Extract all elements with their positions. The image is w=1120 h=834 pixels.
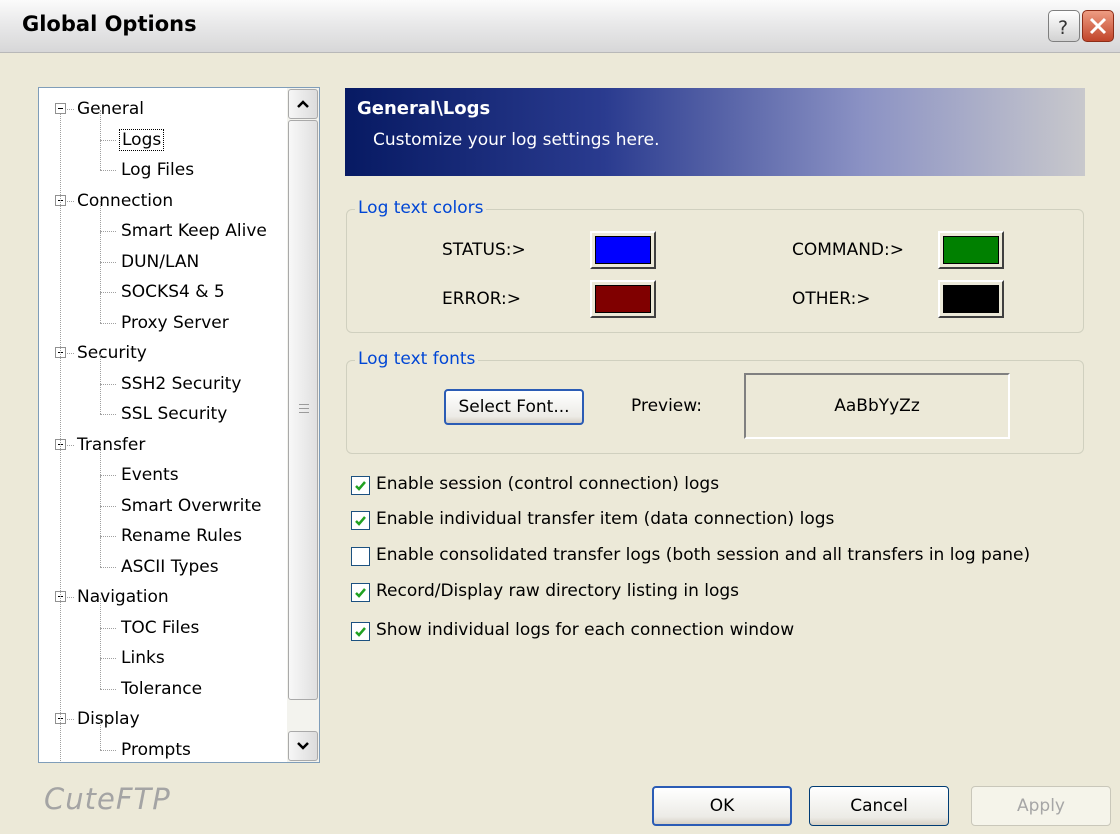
- tree-group-item[interactable]: Connection: [75, 186, 175, 216]
- option-label[interactable]: Enable session (control connection) logs: [376, 474, 719, 494]
- tree-item-label: SSL Security: [121, 404, 228, 424]
- tree-item-label: Rename Rules: [121, 526, 242, 546]
- tree-item[interactable]: Logs: [119, 125, 165, 155]
- page-header: General\Logs Customize your log settings…: [345, 88, 1085, 176]
- tree-group-item[interactable]: Transfer: [75, 430, 147, 460]
- help-button[interactable]: ?: [1048, 10, 1080, 42]
- cuteftp-logo: CuteFTP: [44, 782, 171, 816]
- tree-item-label: Links: [121, 648, 165, 668]
- tree-item-label: Tolerance: [121, 678, 203, 699]
- tree-group-item[interactable]: Navigation: [75, 582, 171, 612]
- question-icon: ?: [1058, 17, 1068, 39]
- error-color-swatch: [595, 285, 651, 313]
- option-checkbox[interactable]: [351, 511, 370, 530]
- options-tree[interactable]: General Logs Log Files Connection Smart Keep…: [38, 87, 320, 763]
- tree-item-label: ASCII Types: [121, 556, 219, 577]
- tree-item-label: Connection: [77, 190, 174, 211]
- global-options-dialog: Global Options ? General Logs Log Files Con…: [0, 0, 1120, 834]
- svg-text:?: ?: [1058, 17, 1068, 39]
- tree-item[interactable]: SSH2 Security: [119, 369, 243, 399]
- tree-item[interactable]: Events: [119, 460, 181, 490]
- tree-item[interactable]: Smart Overwrite: [119, 491, 263, 521]
- scroll-thumb[interactable]: [288, 120, 318, 700]
- option-checkbox[interactable]: [351, 476, 370, 495]
- scroll-down-button[interactable]: [288, 731, 318, 761]
- log-fonts-legend: Log text fonts: [355, 349, 479, 369]
- tree-item[interactable]: Smart Keep Alive: [119, 216, 269, 246]
- other-color-swatch: [943, 285, 999, 313]
- tree-item[interactable]: Prompts: [119, 735, 193, 763]
- chevron-down-icon: [297, 742, 309, 750]
- font-preview-box: AaBbYyZz: [744, 373, 1010, 439]
- tree-item[interactable]: SSL Security: [119, 399, 229, 429]
- option-checkbox[interactable]: [351, 583, 370, 602]
- status-label: STATUS:>: [442, 240, 526, 260]
- checkmark-icon: [355, 516, 366, 526]
- tree-item-label: SSH2 Security: [121, 373, 242, 394]
- option-checkbox[interactable]: [351, 547, 370, 566]
- checkmark-icon: [355, 627, 366, 637]
- checkmark-icon: [355, 481, 366, 491]
- tree-item-label: Logs: [119, 128, 165, 151]
- command-color-button[interactable]: [938, 231, 1004, 269]
- command-label: COMMAND:>: [792, 240, 904, 260]
- tree-item-label: Transfer: [77, 434, 146, 455]
- tree-item-label: Log Files: [121, 160, 195, 180]
- other-label: OTHER:>: [792, 289, 871, 309]
- window-title: Global Options: [22, 12, 197, 36]
- tree-item-label: Display: [77, 709, 140, 729]
- tree-item[interactable]: Log Files: [119, 155, 196, 185]
- tree-item[interactable]: Proxy Server: [119, 308, 231, 338]
- preview-label: Preview:: [631, 396, 702, 416]
- apply-button[interactable]: Apply: [971, 786, 1111, 826]
- tree-item-label: Events: [121, 465, 179, 485]
- tree-item-label: Security: [77, 343, 147, 363]
- tree-item-label: Prompts: [121, 739, 191, 760]
- tree-item-label: Smart Keep Alive: [121, 221, 267, 241]
- cancel-button[interactable]: Cancel: [809, 786, 949, 826]
- option-label[interactable]: Enable consolidated transfer logs (both …: [376, 545, 1030, 565]
- status-color-button[interactable]: [590, 231, 656, 269]
- tree-item[interactable]: DUN/LAN: [119, 247, 201, 277]
- close-button[interactable]: [1082, 10, 1114, 42]
- tree-item-label: Navigation: [77, 587, 169, 607]
- close-icon: [1089, 17, 1107, 35]
- option-checkbox[interactable]: [351, 622, 370, 641]
- tree-item-label: DUN/LAN: [121, 251, 200, 272]
- tree-item-label: General: [77, 99, 144, 119]
- error-label: ERROR:>: [442, 289, 522, 309]
- scroll-up-button[interactable]: [288, 89, 318, 119]
- tree-item[interactable]: Links: [119, 643, 167, 673]
- tree-item-label: TOC Files: [121, 617, 200, 638]
- tree-item[interactable]: TOC Files: [119, 613, 201, 643]
- ok-button[interactable]: OK: [652, 786, 792, 826]
- tree-scrollbar[interactable]: [287, 88, 319, 762]
- option-label[interactable]: Record/Display raw directory listing in …: [376, 581, 739, 601]
- tree-item[interactable]: ASCII Types: [119, 552, 221, 582]
- checkmark-icon: [355, 588, 366, 598]
- tree-group-item[interactable]: Display: [75, 704, 142, 734]
- tree-item[interactable]: SOCKS4 & 5: [119, 277, 227, 307]
- select-font-button[interactable]: Select Font...: [444, 389, 584, 425]
- tree-item[interactable]: Tolerance: [119, 674, 204, 704]
- chevron-up-icon: [297, 100, 309, 108]
- error-color-button[interactable]: [590, 280, 656, 318]
- tree-group-item[interactable]: Security: [75, 338, 149, 368]
- other-color-button[interactable]: [938, 280, 1004, 318]
- command-color-swatch: [943, 236, 999, 264]
- page-title: General\Logs: [357, 98, 491, 119]
- log-colors-legend: Log text colors: [355, 198, 487, 218]
- tree-item-label: SOCKS4 & 5: [121, 282, 225, 302]
- page-subtitle: Customize your log settings here.: [373, 130, 660, 150]
- status-color-swatch: [595, 236, 651, 264]
- tree-group-item[interactable]: General: [75, 94, 146, 124]
- collapse-icon[interactable]: [55, 103, 66, 114]
- option-label[interactable]: Enable individual transfer item (data co…: [376, 509, 834, 529]
- option-label[interactable]: Show individual logs for each connection…: [376, 620, 794, 640]
- tree-item-label: Proxy Server: [121, 312, 229, 333]
- title-bar[interactable]: Global Options ?: [0, 0, 1120, 53]
- tree-item-label: Smart Overwrite: [121, 495, 262, 516]
- tree-item[interactable]: Rename Rules: [119, 521, 244, 551]
